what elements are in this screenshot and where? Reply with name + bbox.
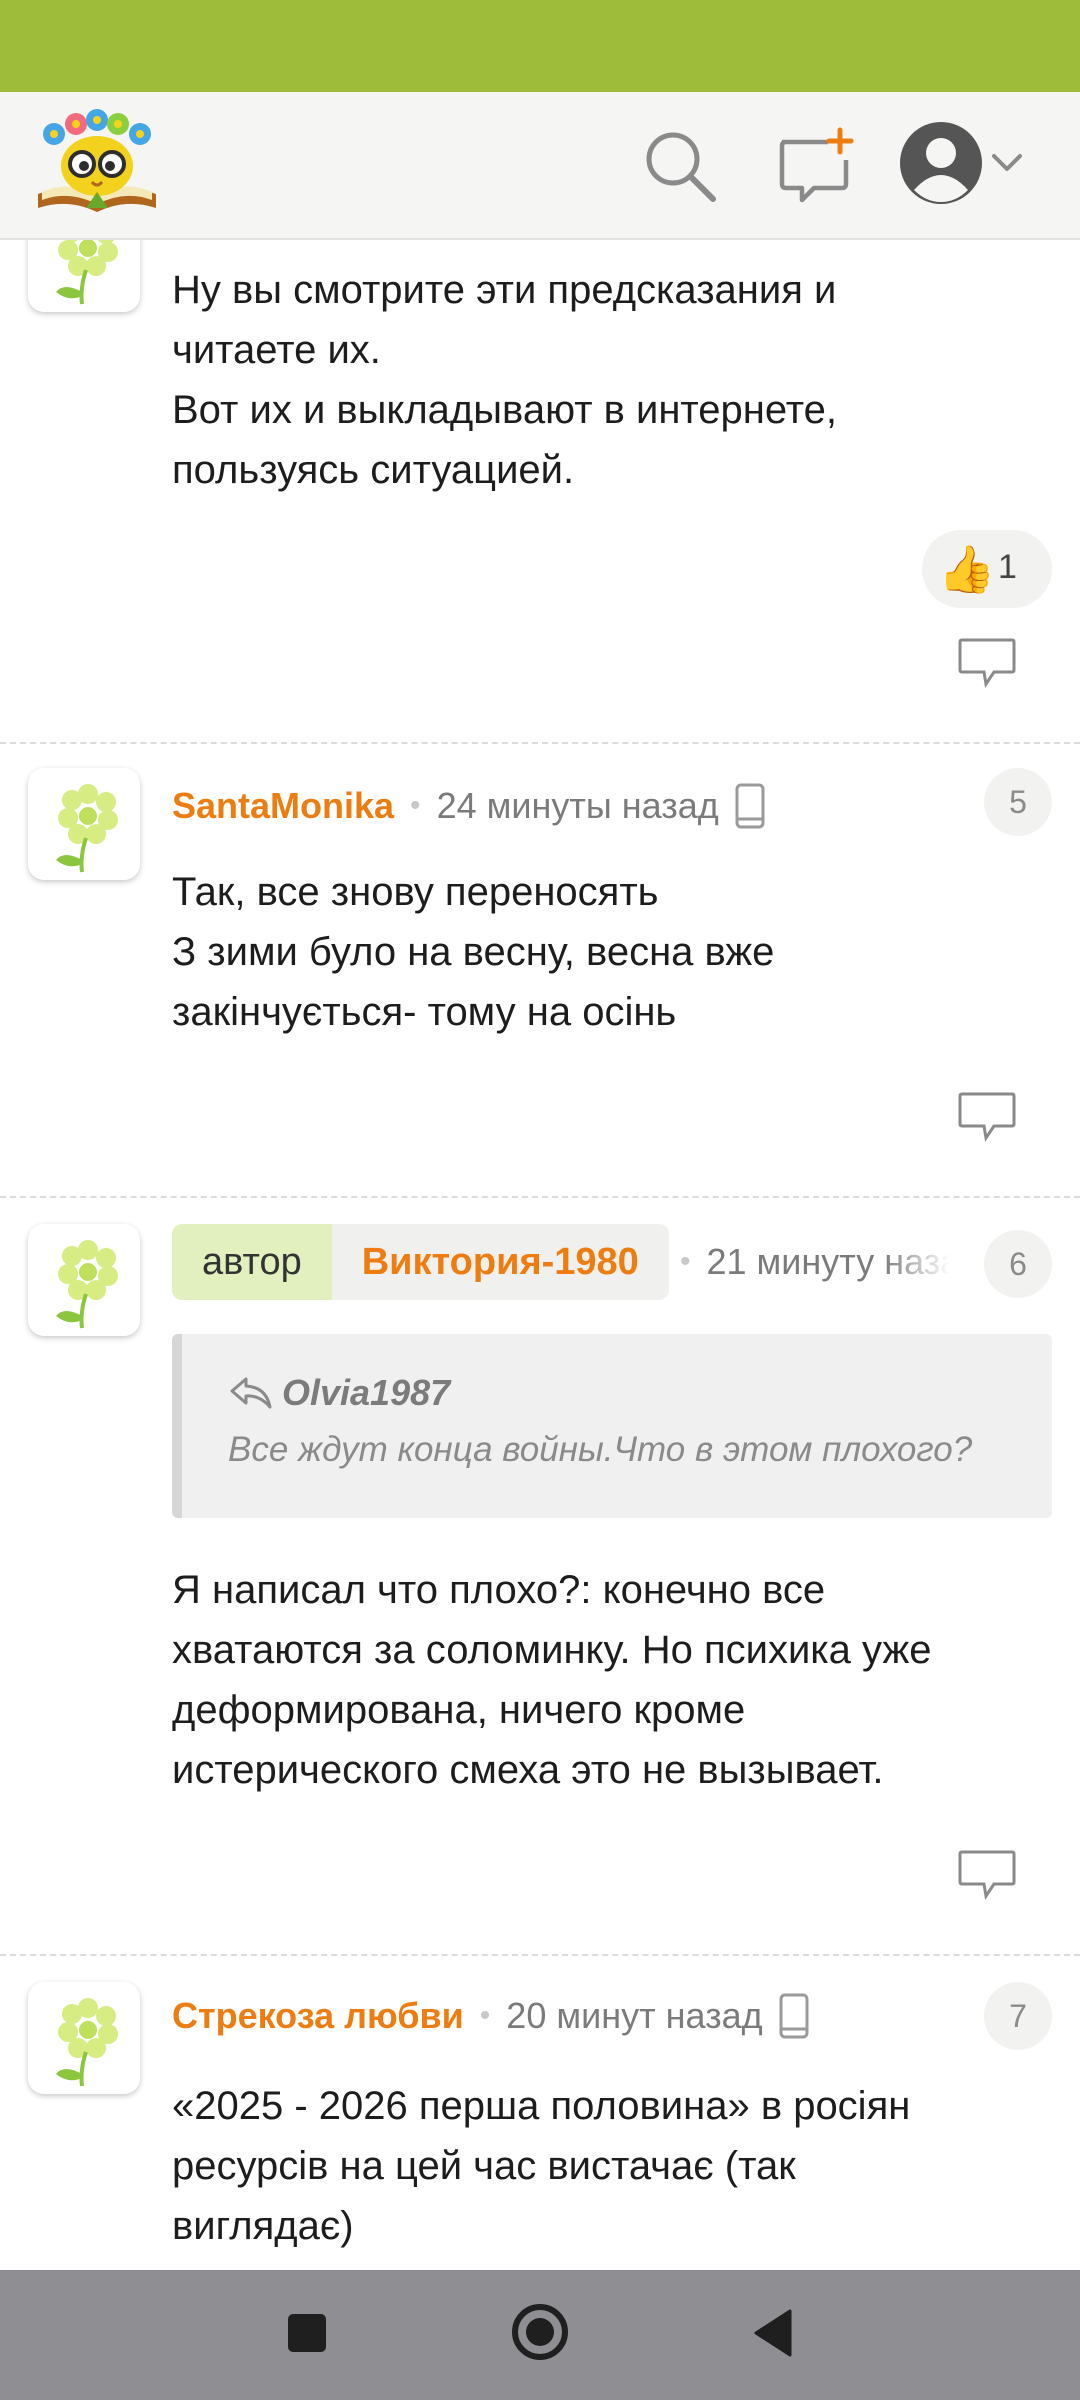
system-navigation-bar — [0, 2270, 1080, 2400]
comment-text: «2025 - 2026 перша половина» в росіян ре… — [172, 2084, 911, 2248]
quote-text: Все ждут конца войны.Что в этом плохого? — [228, 1430, 973, 1469]
avatar[interactable] — [28, 240, 140, 312]
author-name[interactable]: Виктория-1980 — [331, 1224, 669, 1300]
new-message-icon[interactable] — [774, 126, 854, 206]
chevron-down-icon[interactable] — [990, 150, 1024, 176]
site-header — [0, 92, 1080, 240]
reply-icon[interactable] — [956, 1848, 1018, 1904]
reply-icon[interactable] — [956, 1090, 1018, 1146]
meta-dot: • — [410, 789, 421, 822]
quote-author: Olvia1987 — [282, 1372, 451, 1413]
status-bar — [0, 0, 1080, 92]
mobile-device-icon — [735, 783, 765, 829]
square-icon[interactable] — [286, 2312, 328, 2359]
thumbs-up-icon: 👍 — [938, 543, 996, 595]
comment-meta: Стрекоза любви • 20 минут назад — [172, 1986, 809, 2046]
divider — [0, 1954, 1080, 1956]
profile-avatar-icon[interactable] — [898, 120, 984, 206]
avatar[interactable] — [28, 1224, 140, 1336]
avatar[interactable] — [28, 1982, 140, 2094]
quote-reply-icon — [230, 1377, 272, 1409]
mobile-device-icon — [779, 1993, 809, 2039]
like-count: 1 — [998, 548, 1017, 586]
quoted-comment[interactable]: Olvia1987 Все ждут конца войны.Что в это… — [172, 1334, 1052, 1518]
comment-time: 21 минуту назад — [706, 1241, 950, 1282]
avatar[interactable] — [28, 768, 140, 880]
comment-text: Я написал что плохо?: конечно все хватаю… — [172, 1568, 932, 1792]
meta-dot: • — [479, 1999, 491, 2032]
author-tag: автор Виктория-1980 — [172, 1224, 669, 1300]
author-name[interactable]: SantaMonika — [172, 785, 394, 827]
comment-text: Ну вы смотрите эти предсказания и читает… — [172, 268, 838, 492]
reply-icon[interactable] — [956, 636, 1018, 692]
comment-time: 24 минуты назад — [436, 785, 719, 826]
site-logo[interactable] — [34, 108, 160, 224]
back-triangle-icon[interactable] — [752, 2308, 794, 2363]
author-label: автор — [172, 1224, 332, 1300]
like-button[interactable]: 👍 1 — [922, 530, 1052, 608]
search-icon[interactable] — [642, 128, 718, 204]
comment-number[interactable]: 7 — [984, 1982, 1052, 2050]
author-name[interactable]: Стрекоза любви — [172, 1995, 464, 2037]
comment-meta: SantaMonika • 24 минуты назад — [172, 776, 765, 836]
divider — [0, 1196, 1080, 1198]
divider — [0, 742, 1080, 744]
circle-icon[interactable] — [510, 2302, 570, 2367]
comment-number[interactable]: 6 — [984, 1230, 1052, 1298]
comment-meta: • 21 минуту назад — [680, 1224, 950, 1300]
comment-number[interactable]: 5 — [984, 768, 1052, 836]
meta-dot: • — [680, 1245, 691, 1278]
quote-author-line: Olvia1987 — [228, 1372, 450, 1414]
comment-time: 20 минут назад — [506, 1995, 763, 2036]
comments-list: Ну вы смотрите эти предсказания и читает… — [0, 240, 1080, 2270]
comment-text: Так, все знову переносять З зими було на… — [172, 870, 775, 1034]
